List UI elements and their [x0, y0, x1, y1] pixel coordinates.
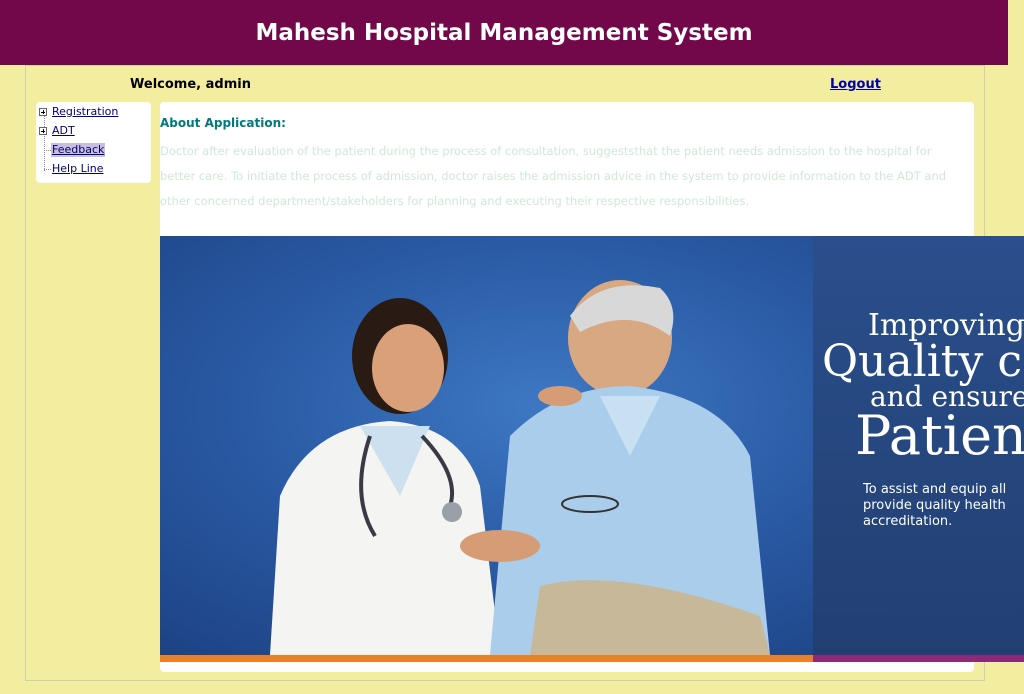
banner-subtext: To assist and equip all provide quality …: [863, 482, 1007, 529]
sidebar-item-help-line[interactable]: Help Line: [52, 162, 104, 176]
banner-headline: Patien: [855, 404, 1024, 467]
sidebar-item-adt[interactable]: ADT: [52, 124, 75, 138]
tree-connector: [44, 116, 45, 171]
welcome-text: Welcome, admin: [130, 77, 251, 92]
banner-stripe-orange: [160, 655, 813, 662]
sidebar-nav: Registration ADT Feedback Help Line: [36, 102, 151, 183]
expand-icon[interactable]: [39, 127, 47, 135]
logout-link[interactable]: Logout: [830, 77, 881, 92]
banner-stripe-purple: [813, 655, 1024, 662]
doctor-patient-illustration: [270, 280, 770, 655]
tree-connector: [44, 150, 51, 151]
tree-connector: [44, 169, 51, 170]
sidebar-item-feedback[interactable]: Feedback: [51, 143, 106, 157]
sidebar-item-registration[interactable]: Registration: [52, 105, 118, 119]
hero-banner: Improving Quality c and ensure Patien To…: [160, 236, 1024, 662]
about-description: Doctor after evaluation of the patient d…: [160, 144, 947, 208]
about-heading: About Application:: [160, 116, 286, 130]
app-header: Mahesh Hospital Management System: [0, 0, 1008, 65]
app-title: Mahesh Hospital Management System: [255, 19, 753, 46]
expand-icon[interactable]: [39, 108, 47, 116]
